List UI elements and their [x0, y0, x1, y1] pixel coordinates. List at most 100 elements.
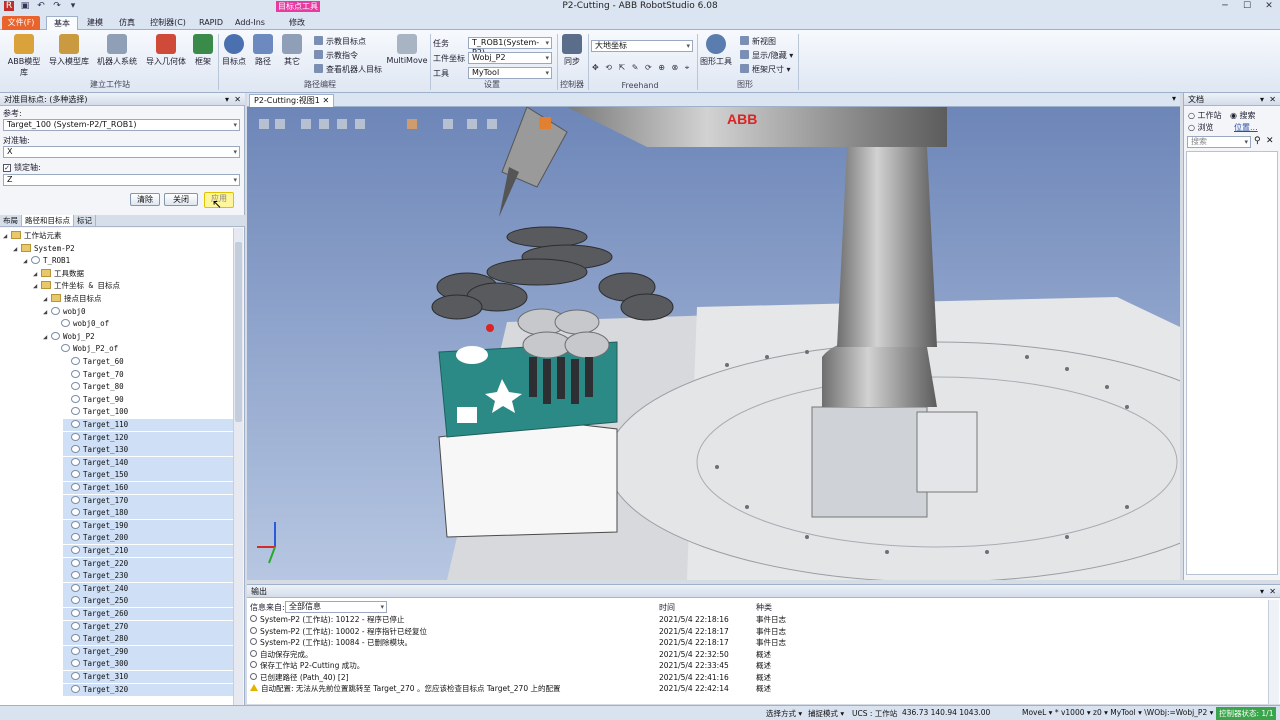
wobj-combo[interactable]: Wobj_P2: [468, 52, 552, 64]
close-icon[interactable]: ✕: [234, 93, 241, 106]
tree-target-item[interactable]: Target_190: [63, 519, 234, 532]
tree-target-item[interactable]: Target_270: [63, 620, 234, 633]
import-geometry-button[interactable]: 导入几何体: [143, 34, 189, 67]
close-tab-icon[interactable]: ✕: [322, 96, 329, 105]
station-radio[interactable]: ○ 工作站: [1188, 110, 1222, 121]
tab-modeling[interactable]: 建模: [82, 16, 108, 30]
scroll-thumb[interactable]: [235, 242, 242, 422]
teach-instruction-button[interactable]: 示教指令: [314, 50, 358, 62]
output-row[interactable]: 自动配置: 无法从先前位置跳转至 Target_270 。您应该检查目标点 Ta…: [250, 683, 1265, 694]
teach-target-button[interactable]: 示教目标点: [314, 36, 366, 48]
frame-size-button[interactable]: 框架尺寸 ▾: [740, 64, 791, 76]
tree-node[interactable]: ◢ 接点目标点: [43, 293, 234, 305]
output-scrollbar[interactable]: [1268, 600, 1279, 704]
abb-library-button[interactable]: ABB模型库: [4, 34, 44, 78]
location-link[interactable]: 位置...: [1234, 122, 1258, 133]
output-row[interactable]: 保存工作站 P2-Cutting 成功。 2021/5/4 22:33:45 概述: [250, 660, 1265, 671]
tab-controller[interactable]: 控制器(C): [146, 16, 190, 30]
instruction-template[interactable]: MoveL ▾ * v1000 ▾ z0 ▾ MyTool ▾ \WObj:=W…: [1022, 708, 1213, 717]
expand-icon[interactable]: ◢: [33, 268, 41, 280]
tree-target-item[interactable]: Target_240: [63, 582, 234, 595]
tree-target-item[interactable]: Target_90: [63, 394, 234, 406]
graphics-tools-button[interactable]: 图形工具: [699, 34, 733, 67]
tab-layout[interactable]: 布局: [0, 215, 22, 226]
expand-icon[interactable]: ◢: [33, 280, 41, 292]
sync-button[interactable]: 同步: [560, 34, 584, 67]
output-row[interactable]: System-P2 (工作站): 10002 - 程序指针已经复位 2021/5/…: [250, 626, 1265, 637]
tree-target-item[interactable]: Target_220: [63, 557, 234, 570]
controller-status[interactable]: 控制器状态: 1/1: [1216, 707, 1277, 720]
tree-target-item[interactable]: Target_290: [63, 645, 234, 658]
clear-search-icon[interactable]: ✕: [1266, 136, 1274, 146]
tool-combo[interactable]: MyTool: [468, 67, 552, 79]
tree-target-item[interactable]: Target_200: [63, 532, 234, 545]
tree-target-item[interactable]: Target_300: [63, 658, 234, 671]
tree-target-item[interactable]: Target_280: [63, 633, 234, 646]
output-row[interactable]: 已创建路径 (Path_40) [2] 2021/5/4 22:41:16 概述: [250, 672, 1265, 683]
tree-node[interactable]: wobj0_of: [53, 318, 234, 330]
lock-axis-checkbox[interactable]: ✓: [3, 164, 11, 172]
tree-target-item[interactable]: Target_70: [63, 369, 234, 381]
tree-target-item[interactable]: Target_60: [63, 356, 234, 368]
pin-icon[interactable]: ▾: [225, 93, 229, 106]
reference-frame-combo[interactable]: 大地坐标: [591, 40, 693, 52]
close-icon[interactable]: ✕: [1262, 0, 1276, 13]
col-time[interactable]: 时间: [659, 602, 675, 613]
close-button[interactable]: 关闭: [164, 193, 198, 206]
tab-paths-targets[interactable]: 路径和目标点: [22, 215, 74, 226]
output-row[interactable]: System-P2 (工作站): 10122 - 程序已停止 2021/5/4 2…: [250, 614, 1265, 625]
close-icon[interactable]: ✕: [1269, 93, 1276, 106]
tab-simulation[interactable]: 仿真: [114, 16, 140, 30]
browse-radio[interactable]: ○ 浏览: [1188, 122, 1214, 133]
tree-node[interactable]: ◢ 工具数据: [33, 268, 234, 280]
tree-target-item[interactable]: Target_230: [63, 570, 234, 583]
expand-icon[interactable]: ◢: [43, 293, 51, 305]
maximize-icon[interactable]: ☐: [1240, 0, 1254, 13]
expand-icon[interactable]: ◢: [13, 243, 21, 255]
tree-node[interactable]: ◢ wobj0: [43, 306, 234, 318]
tree-node[interactable]: ◢ 工作站元素: [3, 230, 234, 242]
view-robot-target-button[interactable]: 查看机器人目标: [314, 64, 382, 76]
search-icon[interactable]: ⚲: [1254, 136, 1261, 146]
filter-combo[interactable]: 全部信息: [285, 601, 387, 613]
expand-icon[interactable]: ◢: [43, 331, 51, 343]
minimize-icon[interactable]: ─: [1218, 0, 1232, 13]
tree-target-item[interactable]: Target_180: [63, 507, 234, 520]
clear-button[interactable]: 清除: [130, 193, 160, 206]
tree-target-item[interactable]: Target_320: [63, 683, 234, 696]
tree-target-item[interactable]: Target_80: [63, 381, 234, 393]
expand-icon[interactable]: ◢: [3, 230, 11, 242]
show-hide-button[interactable]: 显示/隐藏 ▾: [740, 50, 793, 62]
tree-target-item[interactable]: Target_310: [63, 671, 234, 683]
tab-view1[interactable]: P2-Cutting:视图1 ✕: [249, 94, 335, 107]
pin-icon[interactable]: ▾: [1260, 93, 1264, 106]
tree-target-item[interactable]: Target_100: [63, 406, 234, 418]
robot-system-button[interactable]: 机器人系统: [94, 34, 140, 67]
tree-node[interactable]: ◢ 工件坐标 & 目标点: [33, 280, 234, 292]
other-button[interactable]: 其它: [281, 34, 303, 67]
snap-mode[interactable]: 捕捉模式 ▾: [808, 708, 844, 719]
tree-node[interactable]: Wobj_P2_of: [53, 343, 234, 355]
3d-viewport[interactable]: ABB: [247, 107, 1180, 580]
tree-target-item[interactable]: Target_130: [63, 444, 234, 457]
pin-icon[interactable]: ▾: [1260, 585, 1264, 598]
tree-scrollbar[interactable]: [233, 228, 243, 720]
target-button[interactable]: 目标点: [221, 34, 247, 67]
reference-combo[interactable]: Target_100 (System-P2/T_ROB1): [3, 119, 240, 131]
new-view-button[interactable]: 新视图: [740, 36, 776, 48]
tree-target-item[interactable]: Target_170: [63, 494, 234, 507]
col-kind[interactable]: 种类: [756, 602, 772, 613]
output-row[interactable]: System-P2 (工作站): 10084 - 已删除模块。 2021/5/4 …: [250, 637, 1265, 648]
task-combo[interactable]: T_ROB1(System-P2): [468, 37, 552, 57]
viewport-menu-icon[interactable]: ▾: [1172, 94, 1176, 103]
tree-target-item[interactable]: Target_160: [63, 482, 234, 494]
frame-button[interactable]: 框架: [191, 34, 215, 67]
expand-icon[interactable]: ◢: [43, 306, 51, 318]
tab-rapid[interactable]: RAPID: [196, 16, 226, 30]
multimove-button[interactable]: MultiMove: [386, 34, 428, 65]
close-icon[interactable]: ✕: [1269, 585, 1276, 598]
import-library-button[interactable]: 导入模型库: [46, 34, 92, 67]
tab-tags[interactable]: 标记: [74, 215, 96, 226]
tab-home[interactable]: 基本: [46, 16, 78, 30]
output-row[interactable]: 自动保存完成。 2021/5/4 22:32:50 概述: [250, 649, 1265, 660]
